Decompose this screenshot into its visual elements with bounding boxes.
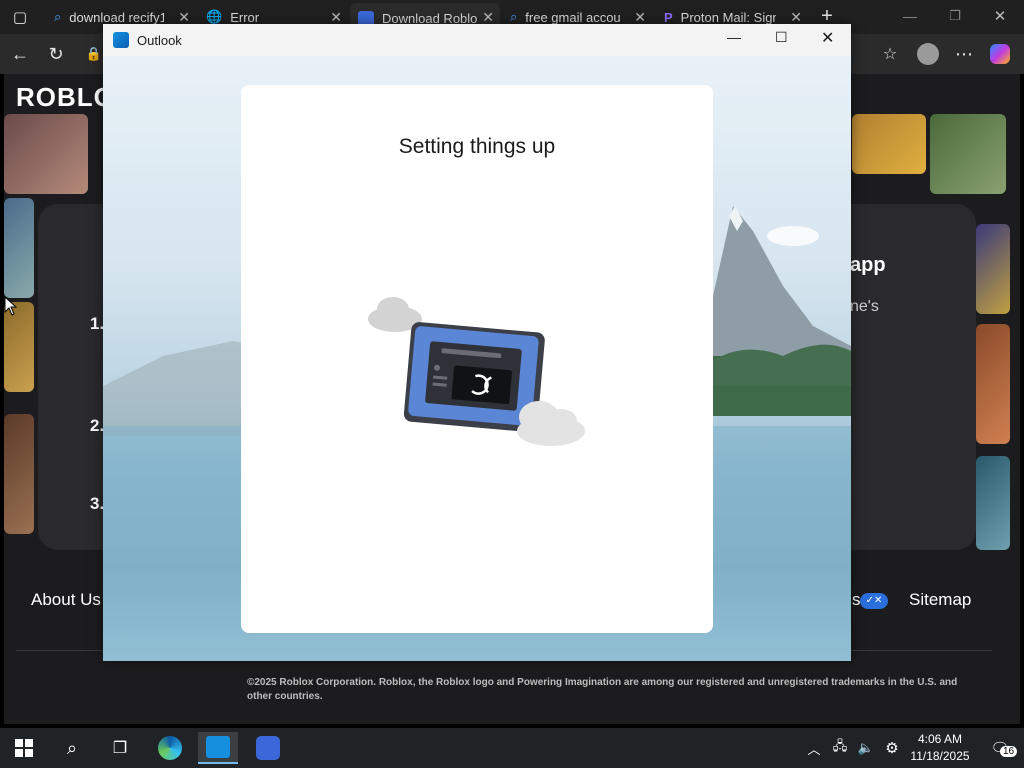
- card-heading-fragment: app: [850, 254, 886, 276]
- game-tile: [4, 198, 34, 298]
- outlook-taskbar-icon[interactable]: [198, 732, 238, 764]
- sync-device-illustration: [368, 297, 585, 446]
- windows-logo-icon: [15, 739, 33, 757]
- clock-date: 11/18/2025: [910, 749, 970, 763]
- search-icon[interactable]: ⌕: [52, 732, 92, 764]
- minimize-icon[interactable]: —: [898, 4, 922, 28]
- tab-label: Error: [230, 9, 260, 25]
- volume-muted-icon[interactable]: 🔈: [852, 732, 880, 764]
- game-tile: [976, 456, 1010, 550]
- game-tile: [4, 114, 88, 194]
- game-tile: [930, 114, 1006, 194]
- tab-actions-icon[interactable]: ▢: [8, 5, 32, 29]
- footer-link-about-us[interactable]: About Us: [31, 590, 101, 610]
- maximize-icon[interactable]: ☐: [775, 29, 788, 46]
- copyright-text: ©2025 Roblox Corporation. Roblox, the Ro…: [247, 677, 958, 702]
- task-view-icon[interactable]: ❐: [100, 732, 140, 764]
- outlook-window-title: Outlook: [137, 32, 182, 48]
- globe-icon: 🌐: [206, 9, 223, 24]
- close-icon[interactable]: ✕: [821, 28, 834, 48]
- close-window-icon[interactable]: ✕: [988, 4, 1012, 28]
- settings-gear-icon[interactable]: ⚙: [878, 732, 906, 764]
- favorites-icon[interactable]: ☆: [878, 42, 902, 66]
- outlook-logo-icon: [113, 32, 129, 48]
- minimize-icon[interactable]: —: [727, 29, 741, 45]
- proton-icon: P: [664, 9, 673, 25]
- setup-heading: Setting things up: [398, 135, 556, 158]
- notifications-button[interactable]: 🗨 16: [980, 732, 1020, 764]
- outlook-background-landscape: Setting things up: [103, 56, 851, 661]
- start-button[interactable]: [4, 732, 44, 764]
- card-subtext-fragment: ne's: [850, 298, 879, 315]
- network-icon[interactable]: 🖧: [826, 732, 854, 764]
- more-menu-icon[interactable]: ⋯: [952, 42, 976, 66]
- clock-time: 4:06 AM: [917, 732, 963, 746]
- footer-link-sitemap[interactable]: Sitemap: [909, 590, 971, 610]
- game-tile: [4, 414, 34, 534]
- refresh-icon[interactable]: ↻: [44, 42, 68, 66]
- setup-dialog: Setting things up: [241, 85, 713, 633]
- back-arrow-icon[interactable]: ←: [8, 42, 32, 66]
- privacy-choices-icon: ✓✕: [860, 593, 888, 609]
- outlook-title-bar[interactable]: Outlook — ☐ ✕: [103, 24, 851, 56]
- chevron-up-icon[interactable]: ︿: [800, 732, 828, 764]
- copilot-icon[interactable]: [988, 42, 1012, 66]
- mouse-cursor-icon: [4, 296, 18, 316]
- outlook-window: Outlook — ☐ ✕ Setting things up: [103, 24, 851, 661]
- profile-avatar[interactable]: [916, 42, 940, 66]
- game-tile: [976, 324, 1010, 444]
- tab-label: free gmail accou: [525, 9, 621, 25]
- windows-taskbar: ⌕ ❐ ︿ 🖧 🔈 ⚙ 4:06 AM 11/18/2025 🗨 16: [0, 728, 1024, 768]
- tab-label: download recify1: [69, 9, 165, 25]
- notification-count-badge: 16: [1000, 746, 1018, 757]
- game-tile: [852, 114, 926, 174]
- game-tile: [976, 224, 1010, 314]
- taskbar-clock[interactable]: 4:06 AM 11/18/2025: [908, 731, 972, 765]
- search-icon: ⌕: [510, 9, 518, 24]
- restore-icon[interactable]: ❐: [943, 4, 967, 28]
- search-icon: ⌕: [54, 9, 62, 24]
- tab-label: Proton Mail: Sign: [680, 9, 776, 25]
- roblox-taskbar-icon[interactable]: [248, 732, 288, 764]
- edge-taskbar-icon[interactable]: [150, 732, 190, 764]
